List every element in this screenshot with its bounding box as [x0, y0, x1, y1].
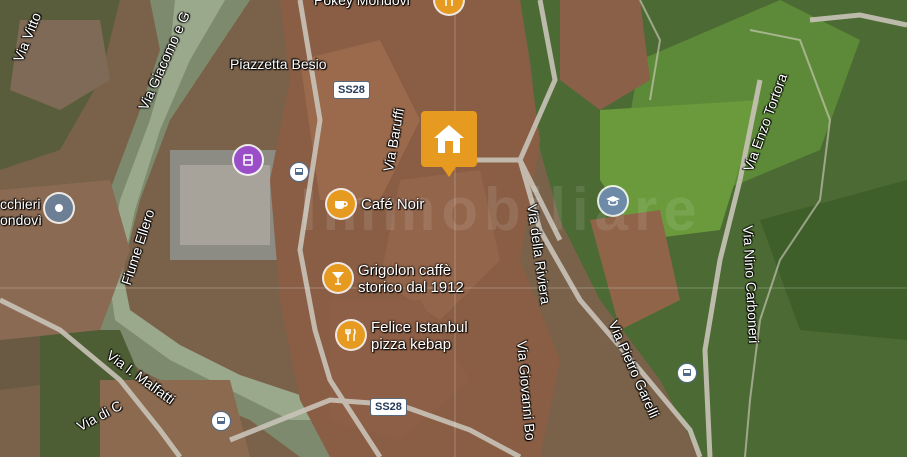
map-view[interactable]: Immobiliare Pokey Mondovi Piazzetta Besi…: [0, 0, 907, 457]
bus-stop-icon[interactable]: [211, 411, 231, 431]
cafe-icon[interactable]: [327, 190, 355, 218]
shopping-icon[interactable]: [234, 146, 262, 174]
home-icon: [434, 125, 464, 153]
property-location-marker[interactable]: [421, 111, 477, 177]
road-shield-ss28: SS28: [370, 398, 407, 416]
label-ondovi: ondovì: [0, 212, 43, 228]
place-icon[interactable]: [45, 194, 73, 222]
label-pokey: Pokey Mondovi: [314, 0, 410, 8]
label-cchieri: cchieri: [0, 196, 41, 212]
bus-stop-icon[interactable]: [289, 162, 309, 182]
restaurant-icon[interactable]: [337, 321, 365, 349]
poi-label-felice-line2[interactable]: pizza kebap: [371, 337, 451, 353]
poi-label-grigolon[interactable]: Grigolon caffè: [358, 263, 451, 279]
label-piazzetta: Piazzetta Besio: [230, 56, 327, 72]
poi-label-felice[interactable]: Felice Istanbul: [371, 320, 468, 336]
bar-icon[interactable]: [324, 264, 352, 292]
poi-label-grigolon-line2[interactable]: storico dal 1912: [358, 280, 464, 296]
school-icon[interactable]: [599, 187, 627, 215]
road-shield-ss28: SS28: [333, 81, 370, 99]
poi-label-cafe-noir[interactable]: Café Noir: [361, 197, 424, 213]
bus-stop-icon[interactable]: [677, 363, 697, 383]
